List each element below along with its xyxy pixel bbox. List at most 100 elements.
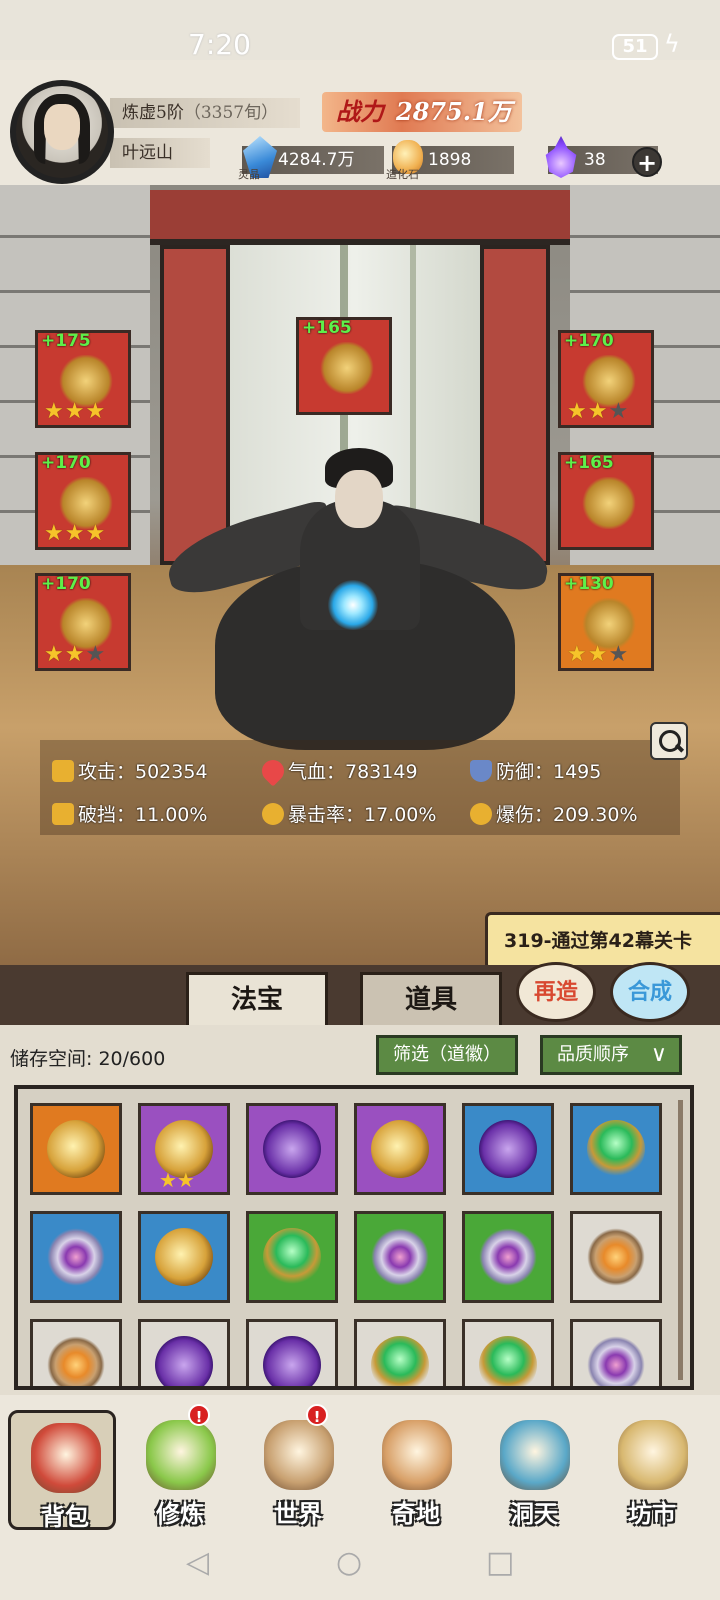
filter-button[interactable]: 筛选（道徽） xyxy=(376,1035,518,1075)
avatar[interactable] xyxy=(10,80,114,184)
dragon-icon xyxy=(155,1228,213,1286)
sort-dropdown[interactable]: 品质顺序 ∨ xyxy=(540,1035,682,1075)
creation-stone-value: 1898 xyxy=(428,150,472,170)
purple-flame-value: 38 xyxy=(584,150,606,170)
nav-label: 世界 xyxy=(274,1499,322,1528)
crit-rate-icon xyxy=(262,803,284,825)
inventory-item[interactable] xyxy=(354,1211,446,1303)
inventory-item[interactable] xyxy=(354,1103,446,1195)
slot-bonus: +170 xyxy=(564,331,614,351)
slot-bonus: +130 xyxy=(564,574,614,594)
charging-icon: ϟ xyxy=(664,30,680,58)
system-recents-icon[interactable]: □ xyxy=(486,1545,514,1580)
slot-stars: ★★★ xyxy=(44,523,106,545)
star-icon: ★ xyxy=(64,642,86,667)
star-icon: ★ xyxy=(608,399,630,424)
inventory-item[interactable] xyxy=(246,1103,338,1195)
slot-bonus: +170 xyxy=(41,574,91,594)
grid-scrollbar[interactable] xyxy=(678,1100,683,1380)
yin-yang-star-icon xyxy=(371,1228,429,1286)
equipment-slot-left-2[interactable]: +170 ★★★ xyxy=(35,452,131,550)
stat-crit-rate: 暴击率：17.00% xyxy=(262,800,436,827)
spirit-crystal-label: 灵晶 xyxy=(238,168,260,181)
jade-crest-icon xyxy=(587,1120,645,1178)
inventory-item[interactable] xyxy=(138,1319,230,1386)
star-icon: ★ xyxy=(608,642,630,667)
inventory-item[interactable] xyxy=(30,1319,122,1386)
star-icon: ★ xyxy=(44,642,65,667)
inventory-item[interactable] xyxy=(138,1211,230,1303)
inventory-item[interactable] xyxy=(30,1103,122,1195)
door-left xyxy=(160,245,230,565)
stat-break: 破挡：11.00% xyxy=(52,800,207,827)
realm-label: 炼虚5阶（3357旬） xyxy=(110,98,300,128)
star-icon: ★ xyxy=(64,399,86,424)
inventory-item[interactable] xyxy=(354,1319,446,1386)
inventory-item[interactable] xyxy=(570,1319,662,1386)
dragon-icon xyxy=(371,1120,429,1178)
stat-defense: 防御：1495 xyxy=(470,757,601,784)
equipment-slot-left-3[interactable]: +170 ★★★ xyxy=(35,573,131,671)
slot-stars: ★★★ xyxy=(44,644,106,666)
star-icon: ★ xyxy=(567,399,588,424)
inventory-item[interactable] xyxy=(570,1103,662,1195)
system-home-icon[interactable]: ○ xyxy=(336,1545,362,1580)
creation-stone-label: 造化石 xyxy=(386,168,419,181)
inventory-item[interactable] xyxy=(462,1103,554,1195)
item-stars: ★★ xyxy=(159,1168,195,1192)
sun-compass-icon xyxy=(47,1336,105,1386)
stat-crit-rate-text: 暴击率：17.00% xyxy=(288,804,437,826)
qi-orb-icon xyxy=(328,580,378,630)
add-resource-button[interactable]: + xyxy=(632,147,662,177)
nav-label: 洞天 xyxy=(510,1499,558,1528)
inventory-item[interactable] xyxy=(462,1319,554,1386)
slot-bonus: +165 xyxy=(302,318,352,338)
star-icon: ★ xyxy=(44,399,65,424)
floating-island-icon xyxy=(382,1420,452,1490)
reforge-button[interactable]: 再造 xyxy=(516,962,596,1022)
nav-item-market-stall[interactable]: 坊市 xyxy=(598,1410,706,1530)
inventory-item[interactable] xyxy=(246,1211,338,1303)
inventory-item[interactable] xyxy=(246,1319,338,1386)
equipment-slot-right-3[interactable]: +130 ★★★ xyxy=(558,573,654,671)
stat-crit-dmg-text: 爆伤：209.30% xyxy=(496,804,638,826)
system-back-icon[interactable]: ◁ xyxy=(186,1545,209,1580)
alert-badge: ! xyxy=(306,1404,328,1426)
crit-damage-icon xyxy=(470,803,492,825)
sword-icon xyxy=(52,760,74,782)
inspect-magnify-icon[interactable] xyxy=(650,722,688,760)
clock: 7:20 xyxy=(188,28,251,61)
star-icon: ★ xyxy=(85,642,107,667)
stat-crit-dmg: 爆伤：209.30% xyxy=(470,800,638,827)
sun-compass-icon xyxy=(587,1228,645,1286)
quest-banner[interactable]: 319-通过第42幕关卡 xyxy=(485,912,720,970)
equipment-slot-right-2[interactable]: +165 xyxy=(558,452,654,550)
character-head xyxy=(335,470,383,528)
slot-stars: ★★★ xyxy=(44,401,106,423)
swirl-icon xyxy=(263,1336,321,1386)
equipment-slot-left-1[interactable]: +175 ★★★ xyxy=(35,330,131,428)
shield-icon xyxy=(470,760,492,782)
nav-item-bag[interactable]: 背包 xyxy=(8,1410,116,1531)
nav-item-portal[interactable]: 洞天 xyxy=(480,1410,588,1530)
nav-item-floating-island[interactable]: 奇地 xyxy=(362,1410,470,1530)
inventory-item[interactable]: ★★ xyxy=(138,1103,230,1195)
tab-treasure[interactable]: 法宝 xyxy=(186,972,328,1028)
equipment-slot-right-1[interactable]: +170 ★★★ xyxy=(558,330,654,428)
combine-button[interactable]: 合成 xyxy=(610,962,690,1022)
portal-icon xyxy=(500,1420,570,1490)
nav-item-scroll-map[interactable]: 世界! xyxy=(244,1404,352,1530)
break-icon xyxy=(52,803,74,825)
yin-yang-star-icon xyxy=(587,1336,645,1386)
equipment-art-icon xyxy=(581,477,637,529)
equipment-slot-center[interactable]: +165 xyxy=(296,317,392,415)
tab-items[interactable]: 道具 xyxy=(360,972,502,1028)
stat-attack: 攻击：502354 xyxy=(52,757,208,784)
spirit-crystal-value: 4284.7万 xyxy=(278,150,355,170)
inventory-item[interactable] xyxy=(570,1211,662,1303)
star-icon: ★ xyxy=(85,399,107,424)
nav-item-lotus[interactable]: 修炼! xyxy=(126,1404,234,1530)
combat-power: 战力 2875.1万 xyxy=(322,92,522,132)
inventory-item[interactable] xyxy=(462,1211,554,1303)
inventory-item[interactable] xyxy=(30,1211,122,1303)
